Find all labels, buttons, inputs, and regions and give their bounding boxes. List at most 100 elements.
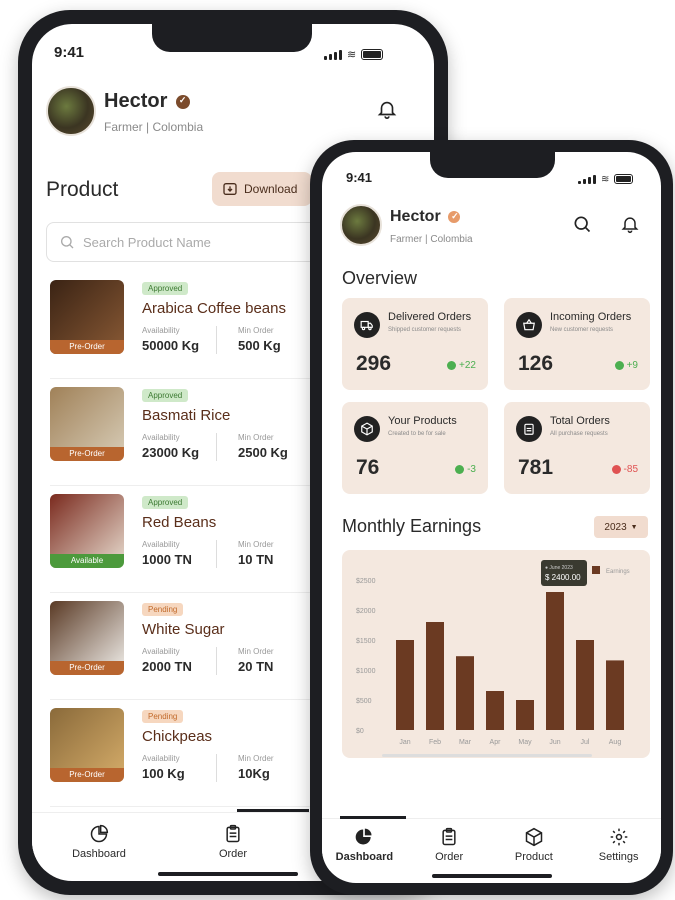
notification-bell-icon[interactable] [376,98,398,120]
legend-label: Earnings [606,569,630,575]
y-tick-label: $2000 [356,608,376,615]
card-value: 296 [356,352,392,375]
product-thumbnail: Pre-Order [50,601,124,675]
pie-chart-icon [89,824,109,844]
card-value: 781 [518,456,554,479]
notification-bell-icon[interactable] [620,214,640,234]
y-tick-label: $0 [356,728,364,735]
search-icon[interactable] [572,214,592,234]
tab-settings[interactable]: Settings [576,819,661,871]
wifi-icon: ≋ [601,174,610,185]
status-badge: Pending [142,710,184,723]
avatar[interactable] [340,204,382,246]
tab-dashboard[interactable]: Dashboard [322,819,407,871]
product-name[interactable]: Chickpeas [142,728,212,745]
trend-dot-icon [611,465,621,474]
product-row[interactable]: Available Approved Red Beans Availability 10… [50,494,330,593]
min-order-value: 2500 Kg [238,445,288,460]
status-badge: Approved [142,282,189,295]
y-tick-label: $1500 [356,638,376,645]
product-name[interactable]: White Sugar [142,621,225,638]
avatar[interactable] [46,86,96,136]
availability-value: 2000 TN [142,659,192,674]
min-order-label: Min Order [238,433,274,442]
tab-label: Settings [598,851,639,863]
tab-order[interactable]: Order [407,819,492,871]
bar[interactable] [546,592,564,730]
product-name[interactable]: Arabica Coffee beans [142,300,286,317]
clipboard-icon [439,827,459,847]
home-indicator [432,874,552,878]
availability-tag: Pre-Order [50,447,124,461]
availability-value: 23000 Kg [142,445,200,460]
card-delta: +22 [447,360,476,371]
search-input[interactable]: Search Product Name [46,222,336,262]
x-tick-label: Feb [429,739,441,746]
bar[interactable] [486,691,504,730]
product-row[interactable]: Pre-Order Pending Chickpeas Availability 100… [50,708,330,807]
verified-icon [175,94,190,109]
min-order-label: Min Order [238,754,274,763]
product-name[interactable]: Red Beans [142,514,216,531]
availability-label: Availability [142,754,180,763]
card-delta: -85 [611,464,638,475]
bar[interactable] [456,656,474,730]
min-order-value: 500 Kg [238,338,281,353]
x-tick-label: May [518,739,532,746]
tab-label: Dashboard [335,851,394,863]
min-order-label: Min Order [238,647,274,656]
bar[interactable] [606,660,624,730]
tab-label: Order [218,848,248,860]
delta-value: +9 [626,360,638,371]
stat-card[interactable]: Your Products Created to be for sale 76 -3 [342,402,488,494]
stat-card[interactable]: Total Orders All purchase requests 781 -85 [504,402,650,494]
stat-card[interactable]: Incoming Orders New customer requests 126 +… [504,298,650,390]
status-badge: Approved [142,389,189,402]
bar[interactable] [516,700,534,730]
chart-scrollbar [382,754,592,757]
card-subtitle: All purchase requests [550,431,608,437]
tab-dashboard[interactable]: Dashboard [32,813,166,871]
battery-icon [361,49,384,60]
download-button[interactable]: Download [212,172,312,206]
product-name[interactable]: Basmati Rice [142,407,230,424]
card-value: 76 [356,456,380,479]
search-placeholder: Search Product Name [83,234,211,250]
availability-tag: Pre-Order [50,661,124,675]
availability-tag: Available [50,554,124,568]
y-tick-label: $500 [356,698,372,705]
caret-down-icon: ▼ [630,523,638,531]
divider [216,754,217,782]
tab-order[interactable]: Order [166,813,300,871]
box-icon [354,416,380,442]
availability-tag: Pre-Order [50,768,124,782]
right-screen: 9:41 ≋ Hector Farmer | Colombia Overview… [322,152,661,883]
trend-dot-icon [455,465,465,474]
delta-value: -85 [623,464,638,475]
bar[interactable] [576,640,594,730]
availability-label: Availability [142,326,180,335]
delta-value: +22 [459,360,476,371]
profile-subtitle: Farmer | Colombia [390,234,473,245]
notch [430,152,555,178]
status-badge: Pending [142,603,184,616]
x-tick-label: Jun [549,739,560,746]
min-order-label: Min Order [238,540,274,549]
trend-dot-icon [447,361,457,370]
product-row[interactable]: Pre-Order Approved Basmati Rice Availabilit… [50,387,330,486]
right-phone: 9:41 ≋ Hector Farmer | Colombia Overview… [310,140,673,895]
product-row[interactable]: Pre-Order Approved Arabica Coffee beans Ava… [50,280,330,379]
availability-label: Availability [142,540,180,549]
profile-name: Hector [104,90,190,113]
truck-icon [354,312,380,338]
signal-icon [324,50,342,60]
product-thumbnail: Pre-Order [50,280,124,354]
battery-icon [614,174,634,184]
bar[interactable] [426,622,444,730]
min-order-value: 10Kg [238,766,270,781]
bar[interactable] [396,640,414,730]
stat-card[interactable]: Delivered Orders Shipped customer request… [342,298,488,390]
product-row[interactable]: Pre-Order Pending White Sugar Availability 2… [50,601,330,700]
tab-product[interactable]: Product [492,819,577,871]
year-selector[interactable]: 2023 ▼ [594,516,648,538]
